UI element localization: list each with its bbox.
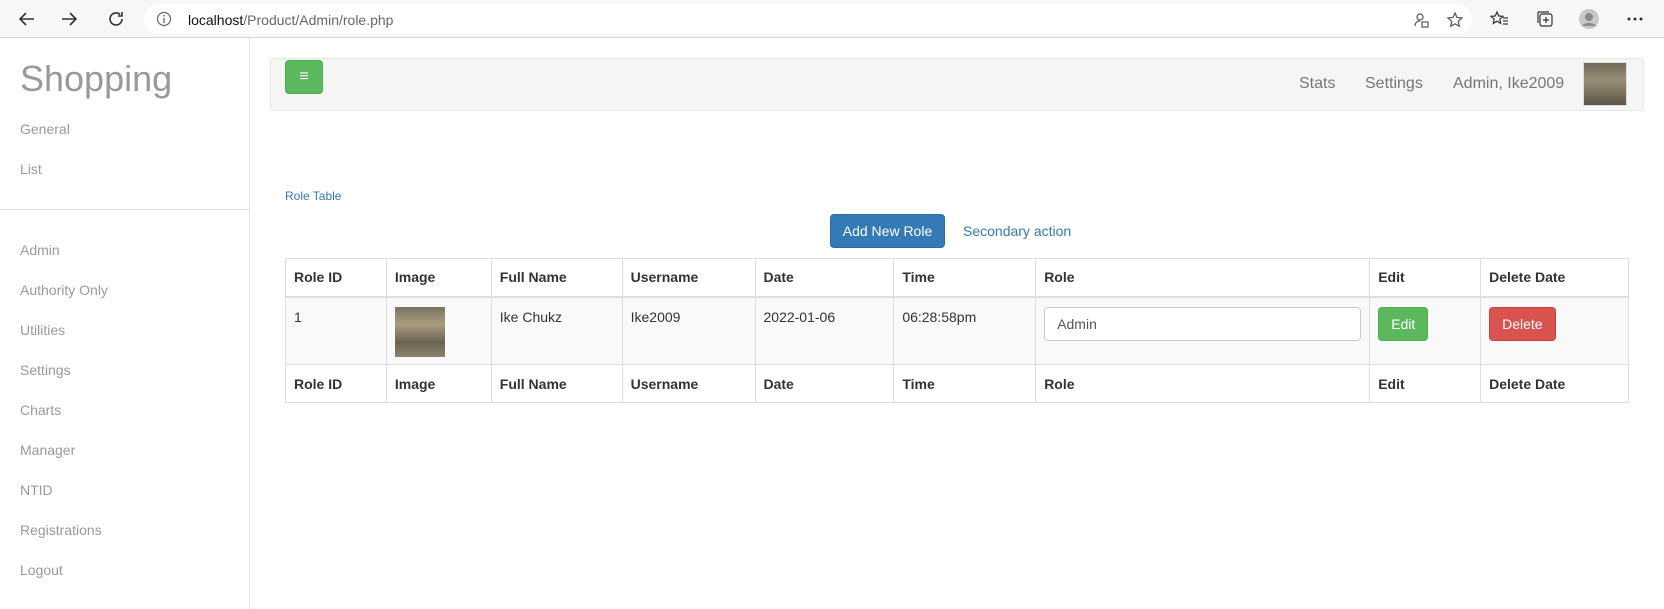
sidebar-item-charts[interactable]: Charts — [20, 402, 61, 418]
column-header: Time — [893, 258, 1037, 298]
sidebar-item-registrations[interactable]: Registrations — [20, 522, 102, 538]
sidebar-item-general[interactable]: General — [20, 121, 70, 137]
full-name-cell: Ike Chukz — [490, 296, 623, 365]
edit-button[interactable]: Edit — [1378, 306, 1429, 341]
column-header: Role ID — [285, 258, 387, 298]
sidebar-divider — [0, 209, 250, 210]
browser-toolbar: localhost/Product/Admin/role.php — [0, 0, 1664, 38]
role-id-cell: 1 — [285, 296, 387, 365]
column-header: Edit — [1369, 258, 1482, 298]
column-footer: Username — [621, 364, 756, 403]
favorites-icon[interactable] — [1488, 8, 1510, 30]
sidebar-item-settings[interactable]: Settings — [20, 362, 71, 378]
user-avatar[interactable] — [1583, 62, 1627, 106]
address-bar[interactable]: localhost/Product/Admin/role.php — [144, 4, 1472, 34]
column-footer: Delete Date — [1480, 364, 1629, 403]
column-header: Username — [621, 258, 756, 298]
nav-stats-link[interactable]: Stats — [1299, 75, 1335, 93]
column-header: Full Name — [490, 258, 623, 298]
sidebar-item-ntid[interactable]: NTID — [20, 482, 53, 498]
column-footer: Image — [385, 364, 492, 403]
refresh-icon[interactable] — [102, 5, 130, 33]
brand-title[interactable]: Shopping — [20, 58, 172, 100]
site-permissions-icon[interactable] — [1412, 11, 1430, 29]
column-footer: Date — [754, 364, 895, 403]
nav-settings-link[interactable]: Settings — [1365, 75, 1423, 93]
column-footer: Edit — [1369, 364, 1482, 403]
add-new-role-button[interactable]: Add New Role — [830, 214, 945, 248]
sidebar-item-authority-only[interactable]: Authority Only — [20, 282, 108, 298]
menu-toggle-button[interactable]: ≡ — [285, 60, 323, 94]
delete-button[interactable]: Delete — [1489, 306, 1556, 341]
back-icon[interactable] — [13, 5, 41, 33]
collections-icon[interactable] — [1534, 8, 1556, 30]
sidebar-item-manager[interactable]: Manager — [20, 442, 75, 458]
user-thumbnail — [394, 306, 445, 357]
table-header-row: Role ID Image Full Name Username Date Ti… — [285, 258, 1629, 298]
profile-avatar-icon[interactable] — [1578, 8, 1600, 30]
sidebar-item-list[interactable]: List — [20, 161, 42, 177]
column-footer: Role ID — [285, 364, 387, 403]
sidebar: Shopping General List Admin Authority On… — [0, 38, 250, 609]
column-footer: Role — [1035, 364, 1371, 403]
info-icon[interactable] — [156, 11, 172, 27]
date-cell: 2022-01-06 — [754, 296, 895, 365]
column-header: Image — [385, 258, 492, 298]
role-table: Role ID Image Full Name Username Date Ti… — [285, 258, 1629, 403]
delete-cell: Delete — [1480, 296, 1629, 365]
username-cell: Ike2009 — [621, 296, 756, 365]
role-cell — [1035, 296, 1371, 365]
section-label[interactable]: Role Table — [285, 189, 341, 203]
favorite-add-icon[interactable] — [1446, 11, 1464, 29]
role-input[interactable] — [1044, 306, 1362, 341]
secondary-action-link[interactable]: Secondary action — [963, 223, 1071, 239]
forward-icon[interactable] — [55, 5, 83, 33]
sidebar-item-logout[interactable]: Logout — [20, 562, 63, 578]
column-footer: Time — [893, 364, 1037, 403]
sidebar-item-utilities[interactable]: Utilities — [20, 322, 65, 338]
column-header: Role — [1035, 258, 1371, 298]
column-footer: Full Name — [490, 364, 623, 403]
image-cell — [385, 296, 492, 365]
column-header: Date — [754, 258, 895, 298]
table-footer-row: Role ID Image Full Name Username Date Ti… — [285, 364, 1629, 403]
hamburger-icon: ≡ — [299, 68, 309, 85]
column-header: Delete Date — [1480, 258, 1629, 298]
url-text: localhost/Product/Admin/role.php — [188, 12, 394, 28]
time-cell: 06:28:58pm — [893, 296, 1037, 365]
more-options-icon[interactable] — [1624, 8, 1646, 30]
edit-cell: Edit — [1369, 296, 1482, 365]
nav-user-link[interactable]: Admin, Ike2009 — [1453, 75, 1564, 93]
sidebar-item-admin[interactable]: Admin — [20, 242, 60, 258]
top-navbar: ≡ Stats Settings Admin, Ike2009 — [270, 58, 1644, 111]
table-row: 1 Ike Chukz Ike2009 2022-01-06 06:28:58p… — [285, 296, 1629, 365]
